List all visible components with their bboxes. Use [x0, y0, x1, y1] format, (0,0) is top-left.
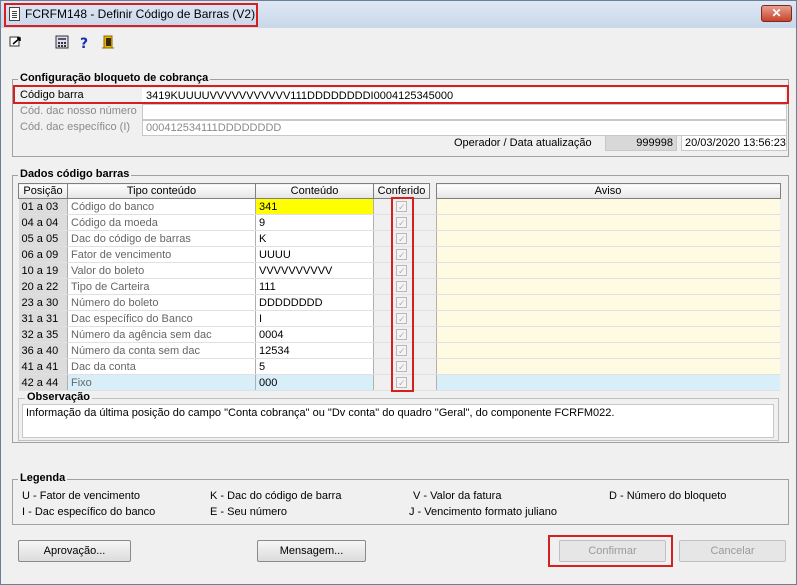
cell-conteudo[interactable]: 0004 — [255, 326, 374, 343]
cell-conteudo[interactable]: DDDDDDDD — [255, 294, 374, 311]
legenda-item: I - Dac específico do banco — [22, 506, 156, 518]
cell-tipo: Código da moeda — [67, 214, 256, 231]
legenda-group — [12, 479, 789, 525]
cell-tipo: Número da conta sem dac — [67, 342, 256, 359]
exit-icon[interactable] — [101, 35, 115, 49]
main-window: FCRFM148 - Definir Código de Barras (V2)… — [0, 0, 797, 585]
cancelar-button[interactable]: Cancelar — [679, 540, 786, 562]
legenda-item: E - Seu número — [210, 506, 288, 518]
cell-posicao: 01 a 03 — [18, 198, 68, 215]
cell-aviso — [435, 278, 780, 295]
cell-aviso — [435, 294, 780, 311]
conferido-highlight — [391, 197, 414, 392]
cell-aviso — [435, 246, 780, 263]
close-button[interactable]: ✕ — [761, 5, 792, 22]
header-aviso[interactable]: Aviso — [435, 183, 781, 199]
cell-tipo: Fixo — [67, 374, 256, 391]
cell-aviso — [435, 262, 780, 279]
header-tipo[interactable]: Tipo conteúdo — [67, 183, 256, 199]
cell-conteudo[interactable]: 111 — [255, 278, 374, 295]
cell-aviso — [435, 310, 780, 327]
cell-conteudo[interactable]: 341 — [255, 198, 374, 215]
cell-tipo: Dac do código de barras — [67, 230, 256, 247]
cell-posicao: 36 a 40 — [18, 342, 68, 359]
cell-aviso — [435, 358, 780, 375]
operador-label: Operador / Data atualização — [454, 137, 592, 149]
especifico-field[interactable]: 000412534111DDDDDDDD — [142, 120, 787, 136]
cell-posicao: 05 a 05 — [18, 230, 68, 247]
cell-aviso — [435, 198, 780, 215]
nosso-numero-label: Cód. dac nosso número — [20, 105, 137, 117]
cell-posicao: 06 a 09 — [18, 246, 68, 263]
cell-conteudo[interactable]: 000 — [255, 374, 374, 391]
legenda-item: U - Fator de vencimento — [22, 490, 140, 502]
confirmar-highlight — [548, 535, 673, 567]
nosso-numero-field[interactable] — [142, 104, 787, 120]
legenda-item: J - Vencimento formato juliano — [409, 506, 557, 518]
cell-tipo: Fator de vencimento — [67, 246, 256, 263]
toolbar: ? — [1, 29, 796, 55]
header-conteudo[interactable]: Conteúdo — [255, 183, 374, 199]
cell-posicao: 04 a 04 — [18, 214, 68, 231]
cell-tipo: Número do boleto — [67, 294, 256, 311]
dados-group-title: Dados código barras — [18, 168, 132, 180]
cell-conteudo[interactable]: 12534 — [255, 342, 374, 359]
config-group-title: Configuração bloqueto de cobrança — [18, 72, 211, 84]
cell-aviso — [435, 374, 780, 391]
codigo-barra-highlight — [13, 85, 789, 104]
cell-conteudo[interactable]: VVVVVVVVVV — [255, 262, 374, 279]
cell-aviso — [435, 214, 780, 231]
especifico-label: Cód. dac específico (I) — [20, 121, 131, 133]
cell-posicao: 10 a 19 — [18, 262, 68, 279]
legenda-item: V - Valor da fatura — [413, 490, 502, 502]
observacao-title: Observação — [25, 391, 92, 403]
cell-posicao: 20 a 22 — [18, 278, 68, 295]
title-highlight — [4, 3, 258, 27]
cell-posicao: 42 a 44 — [18, 374, 68, 391]
calculator-icon[interactable] — [55, 35, 69, 49]
cell-tipo: Número da agência sem dac — [67, 326, 256, 343]
cell-tipo: Tipo de Carteira — [67, 278, 256, 295]
cell-posicao: 23 a 30 — [18, 294, 68, 311]
cell-conteudo[interactable]: 5 — [255, 358, 374, 375]
cell-tipo: Dac específico do Banco — [67, 310, 256, 327]
operador-field: 999998 — [605, 135, 677, 151]
data-atualizacao-field: 20/03/2020 13:56:23 — [681, 135, 787, 151]
legenda-title: Legenda — [18, 472, 68, 484]
cell-tipo: Valor do boleto — [67, 262, 256, 279]
aprovacao-button[interactable]: Aprovação... — [18, 540, 131, 562]
cell-conteudo[interactable]: K — [255, 230, 374, 247]
cell-posicao: 31 a 31 — [18, 310, 68, 327]
legenda-item: D - Número do bloqueto — [609, 490, 727, 502]
cell-aviso — [435, 326, 780, 343]
help-icon[interactable]: ? — [77, 35, 91, 49]
cell-conteudo[interactable]: I — [255, 310, 374, 327]
cell-tipo: Código do banco — [67, 198, 256, 215]
mensagem-button[interactable]: Mensagem... — [257, 540, 366, 562]
cell-conteudo[interactable]: 9 — [255, 214, 374, 231]
export-icon[interactable] — [9, 35, 23, 49]
cell-aviso — [435, 230, 780, 247]
cell-tipo: Dac da conta — [67, 358, 256, 375]
header-posicao[interactable]: Posição — [18, 183, 68, 199]
cell-aviso — [435, 342, 780, 359]
svg-text:?: ? — [80, 36, 88, 49]
legenda-item: K - Dac do código de barra — [210, 490, 342, 502]
cell-posicao: 32 a 35 — [18, 326, 68, 343]
cell-conteudo[interactable]: UUUU — [255, 246, 374, 263]
observacao-text: Informação da última posição do campo "C… — [22, 404, 774, 438]
cell-posicao: 41 a 41 — [18, 358, 68, 375]
